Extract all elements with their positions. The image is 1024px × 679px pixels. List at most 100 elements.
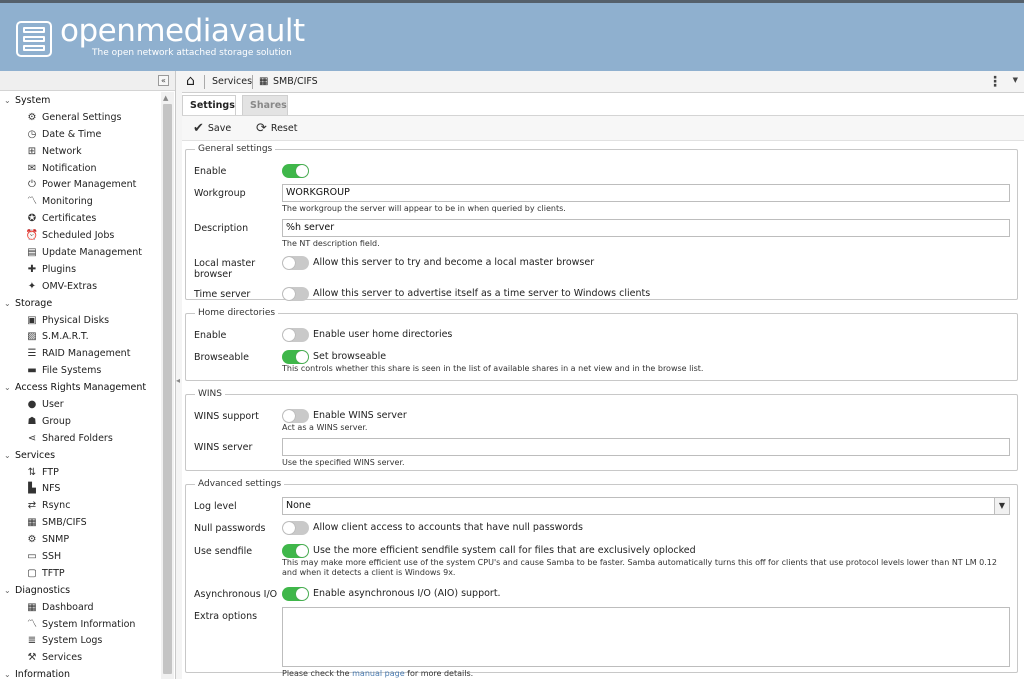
lmb-label-line2: browser <box>194 269 233 280</box>
refresh-icon: ⟳ <box>256 121 267 136</box>
sidebar-item-file-systems[interactable]: ▬ File Systems <box>0 362 160 379</box>
splitter-arrow-icon[interactable]: ◂ <box>176 376 180 385</box>
tab-shares[interactable]: Shares <box>242 95 288 115</box>
scroll-thumb[interactable] <box>163 104 172 674</box>
sidebar-item-label: Monitoring <box>42 196 93 208</box>
chevron-down-icon[interactable]: ▼ <box>1013 76 1018 84</box>
logo-title: openmediavault <box>60 13 305 49</box>
sidebar-category-services[interactable]: ⌄ Services <box>0 447 160 464</box>
collapse-sidebar-button[interactable]: « <box>158 75 169 86</box>
sidebar-category-storage[interactable]: ⌄ Storage <box>0 295 160 312</box>
sidebar-item-dashboard[interactable]: ▦ Dashboard <box>0 599 160 616</box>
sidebar-item-power-management[interactable]: ⏻ Power Management <box>0 176 160 193</box>
browseable-toggle[interactable] <box>282 350 309 364</box>
sidebar-item-group[interactable]: ☗ Group <box>0 413 160 430</box>
sidebar-item-ssh[interactable]: ▭ SSH <box>0 548 160 565</box>
sidebar-item-smb-cifs[interactable]: ▦ SMB/CIFS <box>0 514 160 531</box>
sidebar-item-ftp[interactable]: ⇅ FTP <box>0 464 160 481</box>
loglevel-select[interactable]: None ▼ <box>282 497 1010 515</box>
workgroup-input[interactable]: WORKGROUP <box>282 184 1010 202</box>
sidebar-item-scheduled-jobs[interactable]: ⏰ Scheduled Jobs <box>0 227 160 244</box>
manual-page-link[interactable]: manual page <box>352 669 404 678</box>
kebab-menu-icon[interactable]: ⋮ <box>988 74 1002 90</box>
chevron-down-icon[interactable]: ▼ <box>994 498 1009 514</box>
sidebar-category-label: Access Rights Management <box>15 382 147 394</box>
chevron-down-icon[interactable]: ⌄ <box>4 447 15 464</box>
sidebar-item-user[interactable]: ● User <box>0 396 160 413</box>
sidebar-item-update-management[interactable]: ▤ Update Management <box>0 244 160 261</box>
sidebar-item-tftp[interactable]: ▢ TFTP <box>0 565 160 582</box>
chevron-down-icon[interactable]: ⌄ <box>4 666 15 679</box>
rsync-icon: ⇄ <box>27 500 37 512</box>
sidebar-item-snmp[interactable]: ⚙ SNMP <box>0 531 160 548</box>
sidebar-category-information[interactable]: ⌄ Information <box>0 666 160 679</box>
tab-settings[interactable]: Settings <box>182 95 236 115</box>
aio-text: Enable asynchronous I/O (AIO) support. <box>313 588 501 599</box>
time-server-toggle[interactable] <box>282 287 309 301</box>
sidebar-category-label: Storage <box>15 297 53 309</box>
sidebar-item-physical-disks[interactable]: ▣ Physical Disks <box>0 312 160 329</box>
description-input[interactable]: %h server <box>282 219 1010 237</box>
browseable-hint: This controls whether this share is seen… <box>282 364 704 373</box>
chevron-down-icon[interactable]: ⌄ <box>4 92 15 109</box>
sidebar-item-s-m-a-r-t-[interactable]: ▨ S.M.A.R.T. <box>0 328 160 345</box>
reset-button[interactable]: ⟳ Reset <box>256 116 297 142</box>
browseable-label: Browseable <box>194 352 249 363</box>
aio-toggle[interactable] <box>282 587 309 601</box>
sidebar-item-plugins[interactable]: ✚ Plugins <box>0 261 160 278</box>
description-hint: The NT description field. <box>282 239 380 248</box>
alarm-icon: ⏰ <box>25 230 39 242</box>
null-passwords-toggle[interactable] <box>282 521 309 535</box>
gear-icon: ⚙ <box>27 111 37 123</box>
local-master-browser-toggle[interactable] <box>282 256 309 270</box>
sidebar-item-label: Group <box>42 415 71 427</box>
sendfile-toggle[interactable] <box>282 544 309 558</box>
chevron-down-icon[interactable]: ⌄ <box>4 295 15 312</box>
sidebar-item-shared-folders[interactable]: ⋖ Shared Folders <box>0 430 160 447</box>
wins-server-input[interactable] <box>282 438 1010 456</box>
sidebar-item-monitoring[interactable]: 〽 Monitoring <box>0 193 160 210</box>
folder-icon: ▬ <box>27 365 37 377</box>
save-button[interactable]: ✔ Save <box>193 116 231 142</box>
sidebar-item-label: Services <box>42 652 83 664</box>
sidebar-category-system[interactable]: ⌄ System <box>0 92 160 109</box>
sidebar-item-rsync[interactable]: ⇄ Rsync <box>0 497 160 514</box>
ftp-icon: ⇅ <box>27 466 37 478</box>
sidebar-item-nfs[interactable]: ▙ NFS <box>0 480 160 497</box>
extra-options-textarea[interactable] <box>282 607 1010 667</box>
sidebar-item-label: Certificates <box>42 213 97 225</box>
sidebar-item-system-logs[interactable]: ≣ System Logs <box>0 633 160 650</box>
sidebar-item-label: FTP <box>42 466 59 478</box>
main-panel: ⌂ Services ▦ SMB/CIFS ⋮ ▼ Settings Share… <box>182 71 1024 679</box>
chart-line-icon: 〽 <box>27 196 37 208</box>
sidebar-item-network[interactable]: ⊞ Network <box>0 143 160 160</box>
sidebar-item-omv-extras[interactable]: ✦ OMV-Extras <box>0 278 160 295</box>
wins-server-hint: Use the specified WINS server. <box>282 458 405 467</box>
wins-support-toggle[interactable] <box>282 409 309 423</box>
enable-toggle[interactable] <box>282 164 309 178</box>
sidebar-item-system-information[interactable]: 〽 System Information <box>0 616 160 633</box>
sidebar-scrollbar[interactable]: ▲ <box>161 92 174 679</box>
sidebar-item-raid-management[interactable]: ☰ RAID Management <box>0 345 160 362</box>
sidebar-item-notification[interactable]: ✉ Notification <box>0 160 160 177</box>
sidebar-category-access-rights-management[interactable]: ⌄ Access Rights Management <box>0 379 160 396</box>
chevron-down-icon[interactable]: ⌄ <box>4 582 15 599</box>
sidebar-item-services[interactable]: ⚒ Services <box>0 649 160 666</box>
sidebar-item-label: SNMP <box>42 534 70 546</box>
breadcrumb-services[interactable]: Services <box>212 71 252 93</box>
sidebar-item-certificates[interactable]: ✪ Certificates <box>0 210 160 227</box>
sidebar-item-general-settings[interactable]: ⚙ General Settings <box>0 109 160 126</box>
home-enable-toggle[interactable] <box>282 328 309 342</box>
scroll-up-icon[interactable]: ▲ <box>163 94 168 102</box>
sidebar-item-label: Power Management <box>42 179 137 191</box>
share-icon: ⋖ <box>27 432 37 444</box>
breadcrumb-smb[interactable]: SMB/CIFS <box>273 71 318 93</box>
chevron-down-icon[interactable]: ⌄ <box>4 379 15 396</box>
home-icon[interactable]: ⌂ <box>186 71 195 93</box>
group-icon: ☗ <box>27 415 37 427</box>
legend-general: General settings <box>198 144 273 154</box>
sidebar-item-date-time[interactable]: ◷ Date & Time <box>0 126 160 143</box>
sidebar-category-diagnostics[interactable]: ⌄ Diagnostics <box>0 582 160 599</box>
sidebar: « ⌄ System ⚙ General Settings ◷ Date & Time ⊞ N… <box>0 71 176 679</box>
logo-subtitle: The open network attached storage soluti… <box>92 48 292 58</box>
